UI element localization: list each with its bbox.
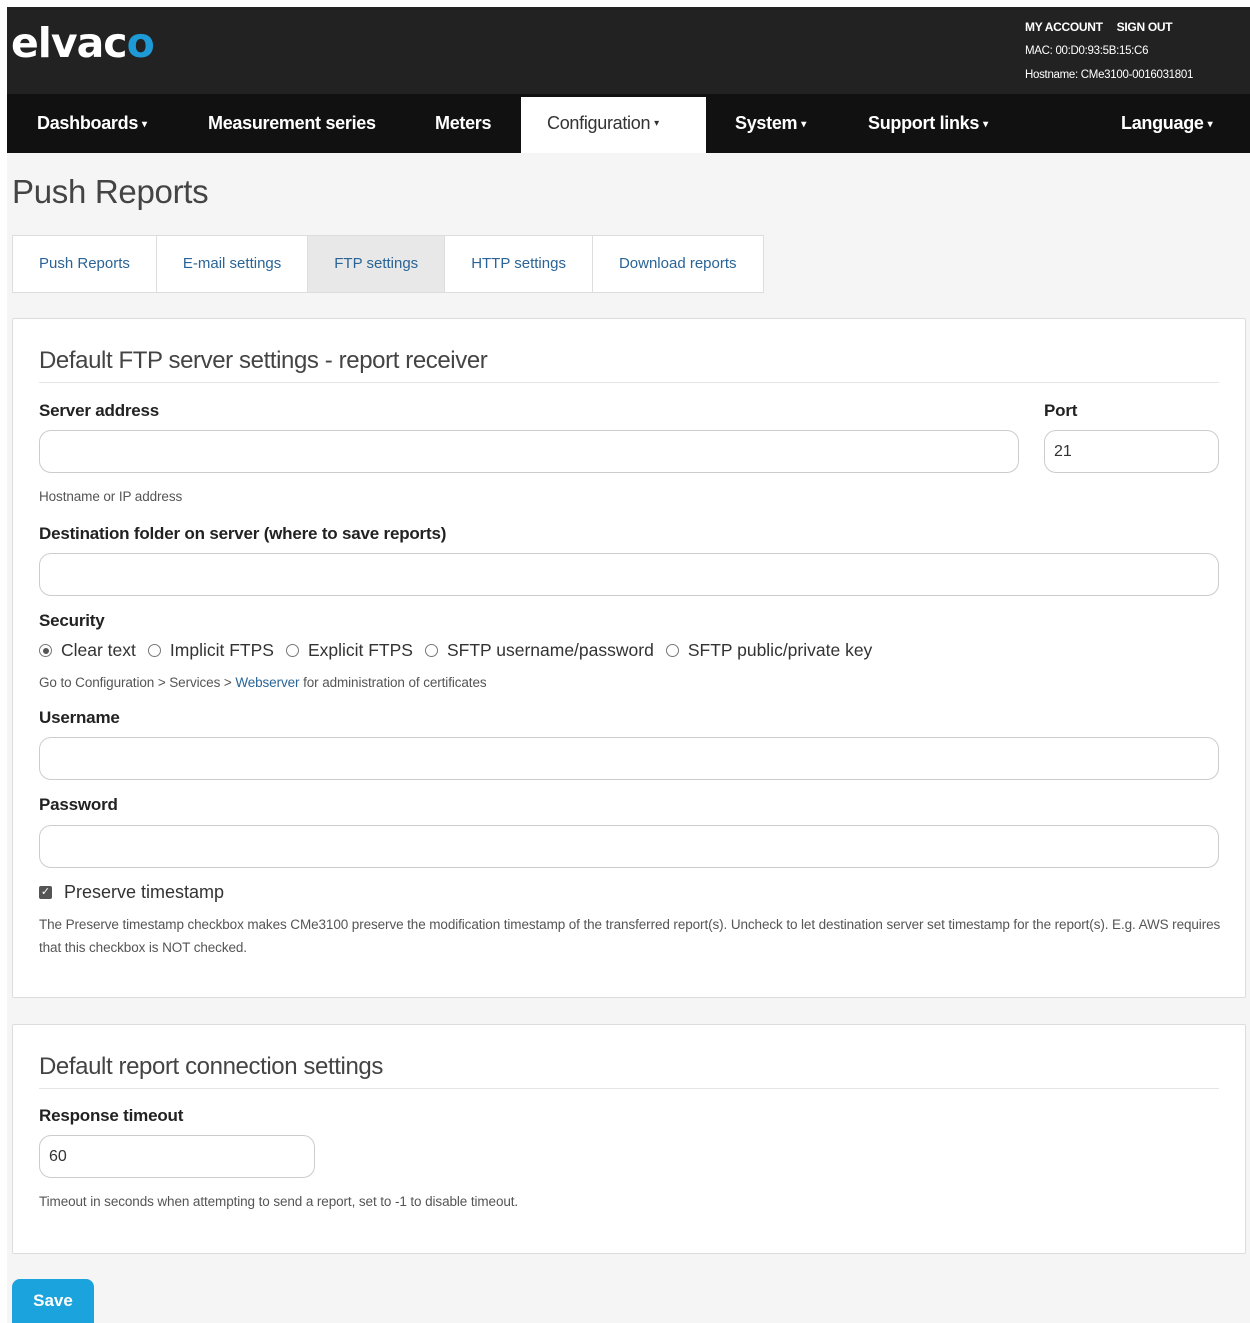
security-help: Go to Configuration > Services > Webserv…	[39, 675, 487, 690]
destination-folder-label: Destination folder on server (where to s…	[39, 524, 447, 543]
preserve-timestamp-help: The Preserve timestamp checkbox makes CM…	[39, 917, 1221, 955]
sign-out-link[interactable]: SIGN OUT	[1117, 20, 1173, 34]
chevron-down-icon: ▾	[654, 118, 659, 130]
tab-download-reports[interactable]: Download reports	[592, 235, 764, 293]
radio-unchecked-icon	[665, 644, 679, 657]
radio-unchecked-icon	[285, 644, 299, 657]
nav-meters[interactable]: Meters	[435, 94, 492, 153]
tab-ftp-settings[interactable]: FTP settings	[308, 235, 446, 293]
destination-folder-input[interactable]	[39, 553, 1219, 596]
tab-email-settings[interactable]: E-mail settings	[156, 235, 309, 293]
security-label: Security	[39, 611, 105, 630]
top-header: elvaco MY ACCOUNT SIGN OUT MAC: 00:D0:93:…	[7, 7, 1250, 94]
save-button[interactable]: Save	[12, 1279, 94, 1323]
page-frame: elvaco MY ACCOUNT SIGN OUT MAC: 00:D0:93:…	[7, 7, 1250, 1323]
response-timeout-help: Timeout in seconds when attempting to se…	[39, 1194, 519, 1209]
server-address-help: Hostname or IP address	[39, 489, 183, 504]
radio-implicit-ftps[interactable]: Implicit FTPS	[147, 640, 274, 661]
chevron-down-icon: ▾	[142, 118, 147, 130]
preserve-timestamp-checkbox[interactable]: ✓ Preserve timestamp	[39, 882, 224, 903]
divider	[39, 382, 1219, 383]
mac-address: MAC: 00:D0:93:5B:15:C6	[1025, 45, 1149, 57]
connection-panel-title: Default report connection settings	[39, 1053, 383, 1080]
radio-checked-icon	[39, 644, 52, 657]
nav-dashboards[interactable]: Dashboards ▾	[37, 94, 147, 153]
chevron-down-icon: ▾	[1207, 118, 1213, 130]
ftp-panel-title: Default FTP server settings - report rec…	[39, 347, 488, 374]
server-address-label: Server address	[39, 401, 160, 420]
nav-measurement-series[interactable]: Measurement series	[208, 94, 376, 153]
radio-sftp-username-password[interactable]: SFTP username/password	[424, 640, 654, 661]
port-input[interactable]: 21	[1044, 430, 1219, 473]
response-timeout-label: Response timeout	[39, 1106, 184, 1125]
checkbox-checked-icon: ✓	[39, 886, 52, 899]
radio-explicit-ftps[interactable]: Explicit FTPS	[285, 640, 413, 661]
tab-push-reports[interactable]: Push Reports	[12, 235, 157, 293]
elvaco-logo[interactable]: elvaco	[11, 13, 155, 73]
nav-language[interactable]: Language ▾	[1121, 94, 1213, 153]
security-radio-group: Clear text Implicit FTPS Explicit FTPS S…	[39, 640, 884, 661]
radio-sftp-public-private-key[interactable]: SFTP public/private key	[665, 640, 872, 661]
chevron-down-icon: ▾	[983, 118, 988, 130]
radio-unchecked-icon	[147, 644, 161, 657]
tab-http-settings[interactable]: HTTP settings	[445, 235, 593, 293]
account-info: MY ACCOUNT SIGN OUT MAC: 00:D0:93:5B:15:C…	[1025, 15, 1250, 87]
divider	[39, 1088, 1219, 1089]
main-navbar: Dashboards ▾ Measurement series Meters Co…	[7, 94, 1250, 153]
ftp-settings-panel: Default FTP server settings - report rec…	[12, 318, 1246, 998]
password-label: Password	[39, 795, 118, 814]
page-title: Push Reports	[12, 173, 209, 210]
radio-unchecked-icon	[424, 644, 438, 657]
nav-system[interactable]: System ▾	[735, 94, 806, 153]
chevron-down-icon: ▾	[801, 118, 806, 130]
webserver-link[interactable]: Webserver	[235, 675, 299, 690]
username-input[interactable]	[39, 737, 1219, 780]
server-address-input[interactable]	[39, 430, 1019, 473]
radio-clear-text[interactable]: Clear text	[39, 640, 136, 661]
my-account-link[interactable]: MY ACCOUNT	[1025, 20, 1103, 34]
settings-tabs: Push Reports E-mail settings FTP setting…	[12, 235, 764, 293]
port-label: Port	[1044, 401, 1078, 420]
response-timeout-input[interactable]: 60	[39, 1135, 315, 1178]
nav-support-links[interactable]: Support links ▾	[868, 94, 988, 153]
connection-settings-panel: Default report connection settings Respo…	[12, 1024, 1246, 1254]
username-label: Username	[39, 708, 120, 727]
nav-configuration[interactable]: Configuration ▾	[521, 97, 706, 153]
hostname: Hostname: CMe3100-0016031801	[1025, 69, 1194, 81]
password-input[interactable]	[39, 825, 1219, 868]
